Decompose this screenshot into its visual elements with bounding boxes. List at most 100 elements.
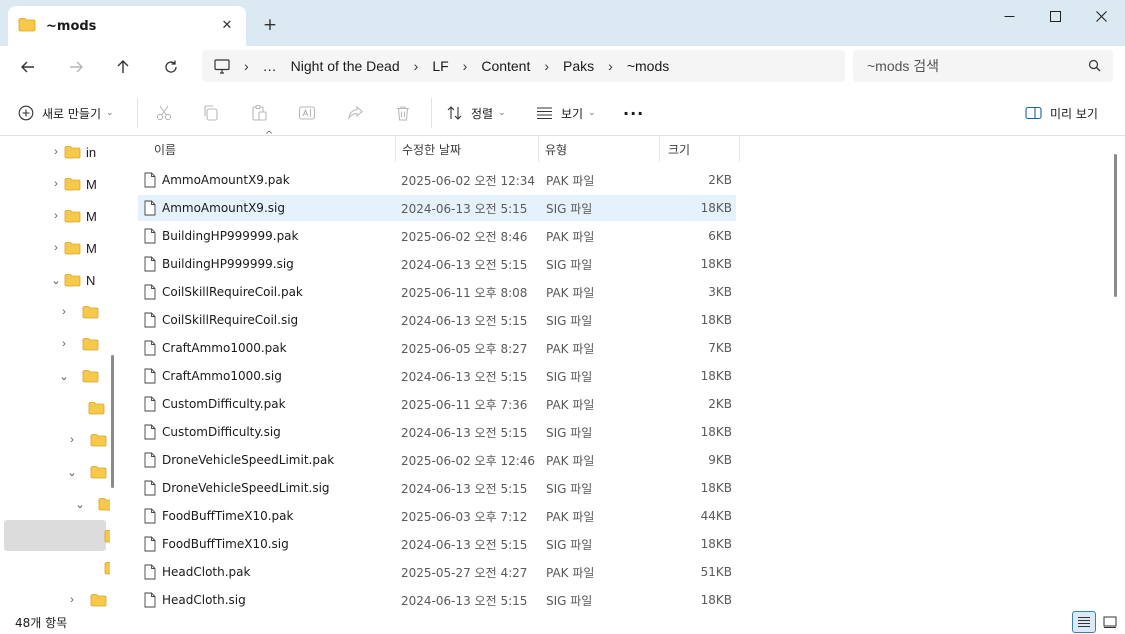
cut-button[interactable] bbox=[155, 100, 173, 126]
file-row[interactable]: CraftAmmo1000.pak 2025-06-05 오후 8:27 PAK 파… bbox=[138, 335, 736, 361]
file-row[interactable]: CraftAmmo1000.sig 2024-06-13 오전 5:15 SIG 파… bbox=[138, 363, 736, 389]
chevron-right-icon[interactable]: › bbox=[463, 58, 468, 74]
refresh-button[interactable] bbox=[156, 52, 186, 82]
file-date: 2025-06-03 오후 7:12 bbox=[401, 509, 528, 524]
tree-item[interactable]: ⌄ bbox=[72, 488, 110, 520]
tree-item[interactable]: ⌄ N bbox=[48, 264, 95, 296]
close-tab-icon[interactable]: ✕ bbox=[218, 16, 236, 34]
file-row[interactable]: HeadCloth.pak 2025-05-27 오전 4:27 PAK 파일 51K… bbox=[138, 559, 736, 585]
scrollbar-thumb[interactable] bbox=[1114, 154, 1117, 297]
tree-item[interactable] bbox=[88, 552, 110, 584]
delete-button[interactable] bbox=[394, 100, 412, 126]
chevron-right-icon[interactable]: › bbox=[56, 338, 72, 350]
up-button[interactable] bbox=[108, 52, 138, 82]
chevron-right-icon[interactable]: › bbox=[56, 306, 72, 318]
tree-item[interactable]: › bbox=[64, 584, 110, 608]
chevron-right-icon[interactable]: › bbox=[48, 178, 64, 190]
details-view-button[interactable] bbox=[1072, 611, 1096, 633]
column-header-name[interactable]: ^ 이름 bbox=[120, 130, 396, 162]
file-name: CoilSkillRequireCoil.pak bbox=[162, 285, 303, 299]
search-icon[interactable] bbox=[1088, 59, 1101, 75]
tree-item[interactable]: › M bbox=[48, 232, 97, 264]
nav-scrollbar-thumb[interactable] bbox=[111, 355, 114, 488]
close-window-button[interactable] bbox=[1078, 0, 1124, 32]
chevron-right-icon[interactable]: › bbox=[48, 210, 64, 222]
chevron-right-icon[interactable]: › bbox=[414, 58, 419, 74]
breadcrumb-content[interactable]: Content bbox=[481, 58, 530, 74]
file-row[interactable]: CoilSkillRequireCoil.sig 2024-06-13 오전 5:… bbox=[138, 307, 736, 333]
more-options-button[interactable]: ··· bbox=[623, 100, 644, 126]
tree-item[interactable] bbox=[88, 520, 110, 552]
tab-mods[interactable]: ~mods ✕ bbox=[8, 6, 246, 46]
share-button[interactable] bbox=[346, 100, 364, 126]
file-row[interactable]: BuildingHP999999.sig 2024-06-13 오전 5:15 SI… bbox=[138, 251, 736, 277]
new-button[interactable]: 새로 만들기 ⌄ bbox=[18, 100, 114, 126]
file-row[interactable]: CustomDifficulty.pak 2025-06-11 오후 7:36 PA… bbox=[138, 391, 736, 417]
file-row[interactable]: AmmoAmountX9.sig 2024-06-13 오전 5:15 SIG 파일… bbox=[138, 195, 736, 221]
tree-item[interactable]: › bbox=[56, 328, 104, 360]
tree-item[interactable]: ⌄ bbox=[64, 456, 110, 488]
breadcrumb-overflow[interactable]: … bbox=[263, 58, 277, 74]
chevron-right-icon[interactable]: › bbox=[48, 146, 64, 158]
file-row[interactable]: AmmoAmountX9.pak 2025-06-02 오전 12:34 PAK 파… bbox=[138, 167, 736, 193]
chevron-down-icon: ⌄ bbox=[498, 108, 506, 118]
file-icon bbox=[144, 172, 156, 191]
sort-button[interactable]: 정렬 ⌄ bbox=[446, 100, 506, 126]
folder-icon bbox=[64, 145, 81, 159]
chevron-right-icon[interactable]: › bbox=[244, 58, 249, 74]
chevron-right-icon[interactable]: › bbox=[544, 58, 549, 74]
back-button[interactable] bbox=[13, 52, 43, 82]
view-lines-icon bbox=[536, 106, 553, 120]
folder-icon bbox=[82, 337, 99, 351]
breadcrumb-mods[interactable]: ~mods bbox=[627, 58, 669, 74]
breadcrumb-paks[interactable]: Paks bbox=[563, 58, 594, 74]
file-list-scrollbar[interactable] bbox=[1108, 136, 1125, 608]
file-row[interactable]: FoodBuffTimeX10.sig 2024-06-13 오전 5:15 SIG… bbox=[138, 531, 736, 557]
breadcrumb-night-of-the-dead[interactable]: Night of the Dead bbox=[291, 58, 400, 74]
large-icons-view-icon bbox=[1103, 616, 1117, 628]
copy-button[interactable] bbox=[202, 100, 220, 126]
tree-item[interactable]: ⌄ bbox=[56, 360, 104, 392]
view-button[interactable]: 보기 ⌄ bbox=[536, 100, 596, 126]
tree-item[interactable] bbox=[72, 392, 110, 424]
large-icons-view-button[interactable] bbox=[1099, 611, 1121, 633]
column-header-date[interactable]: 수정한 날짜 bbox=[396, 136, 539, 162]
file-name: AmmoAmountX9.sig bbox=[162, 201, 285, 215]
preview-pane-button[interactable]: 미리 보기 bbox=[1025, 100, 1098, 126]
chevron-down-icon[interactable]: ⌄ bbox=[64, 466, 80, 479]
file-row[interactable]: CustomDifficulty.sig 2024-06-13 오전 5:15 SI… bbox=[138, 419, 736, 445]
tree-item[interactable]: › M bbox=[48, 200, 97, 232]
tree-item[interactable]: › M bbox=[48, 168, 97, 200]
minimize-button[interactable] bbox=[986, 0, 1032, 32]
file-row[interactable]: DroneVehicleSpeedLimit.pak 2025-06-02 오후 … bbox=[138, 447, 736, 473]
column-header-size[interactable]: 크기 bbox=[660, 136, 740, 162]
file-icon bbox=[144, 508, 156, 527]
rename-button[interactable] bbox=[298, 100, 316, 126]
maximize-button[interactable] bbox=[1032, 0, 1078, 32]
chevron-down-icon[interactable]: ⌄ bbox=[48, 274, 64, 287]
file-row[interactable]: BuildingHP999999.pak 2025-06-02 오전 8:46 PA… bbox=[138, 223, 736, 249]
chevron-right-icon[interactable]: › bbox=[64, 594, 80, 606]
forward-button[interactable] bbox=[61, 52, 91, 82]
chevron-down-icon[interactable]: ⌄ bbox=[72, 498, 88, 511]
column-header-type[interactable]: 유형 bbox=[539, 136, 660, 162]
address-bar[interactable]: › … Night of the Dead › LF › Content › P… bbox=[202, 50, 845, 82]
new-tab-button[interactable]: + bbox=[258, 13, 282, 37]
tree-item[interactable]: › in bbox=[48, 136, 96, 168]
tree-item[interactable]: › bbox=[56, 296, 104, 328]
file-row[interactable]: CoilSkillRequireCoil.pak 2025-06-11 오후 8:… bbox=[138, 279, 736, 305]
computer-icon[interactable] bbox=[214, 58, 230, 74]
navigation-pane: › in › M › M › M ⌄ N › › ⌄ › ⌄ ⌄ › bbox=[0, 136, 110, 608]
file-row[interactable]: FoodBuffTimeX10.pak 2025-06-03 오후 7:12 PAK… bbox=[138, 503, 736, 529]
search-input[interactable]: ~mods 검색 bbox=[853, 50, 1113, 82]
tree-item[interactable]: › bbox=[64, 424, 110, 456]
file-date: 2024-06-13 오전 5:15 bbox=[401, 369, 528, 384]
paste-button[interactable] bbox=[250, 100, 268, 126]
chevron-down-icon[interactable]: ⌄ bbox=[56, 370, 72, 383]
chevron-right-icon[interactable]: › bbox=[608, 58, 613, 74]
breadcrumb-lf[interactable]: LF bbox=[432, 58, 448, 74]
folder-icon bbox=[104, 561, 110, 575]
chevron-right-icon[interactable]: › bbox=[48, 242, 64, 254]
file-row[interactable]: DroneVehicleSpeedLimit.sig 2024-06-13 오전 … bbox=[138, 475, 736, 501]
chevron-right-icon[interactable]: › bbox=[64, 434, 80, 446]
